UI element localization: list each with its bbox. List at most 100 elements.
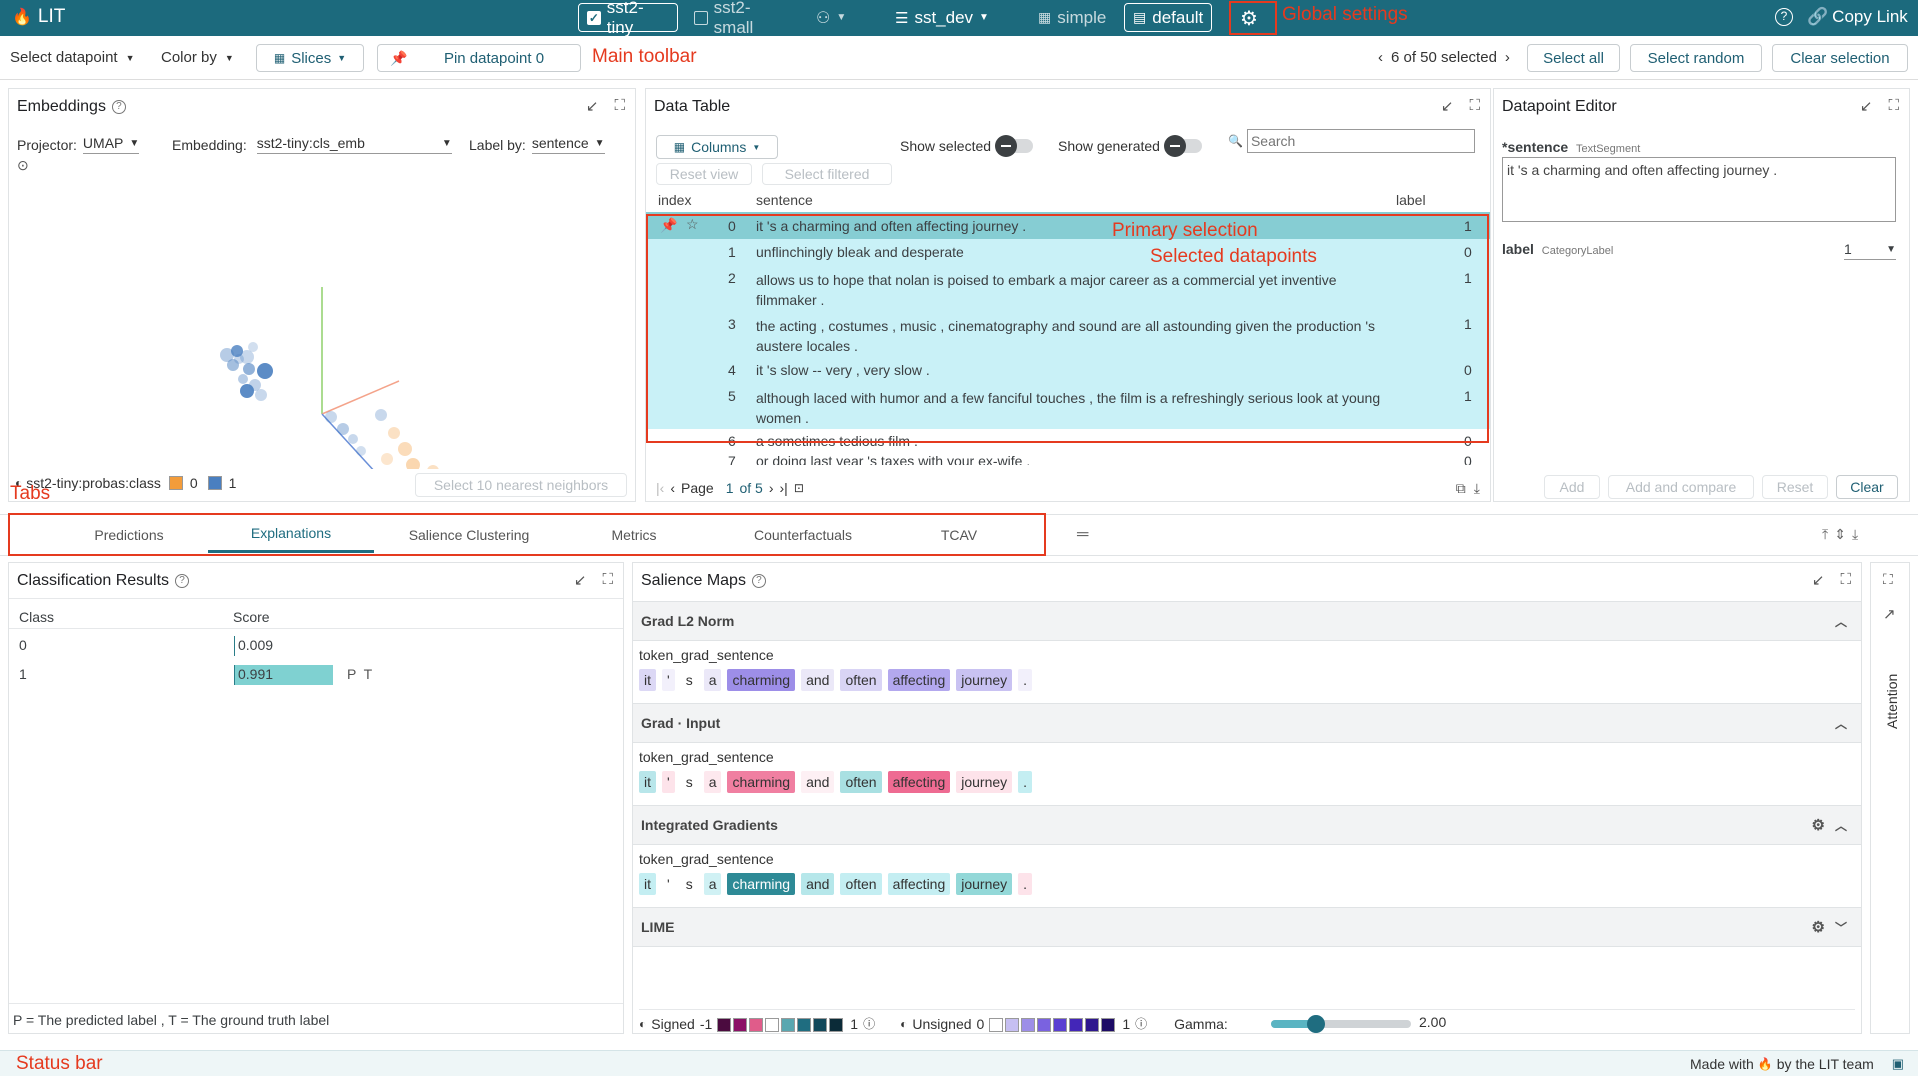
salience-token[interactable]: s — [680, 873, 698, 895]
copy-icon[interactable]: ⧉ — [1456, 480, 1466, 497]
expand-icon[interactable]: ⛶ — [1469, 97, 1480, 115]
section-lime[interactable]: LIME ⚙ ﹀ — [633, 907, 1861, 947]
section-grad-input[interactable]: Grad · Input ︿ — [633, 703, 1861, 743]
help-icon[interactable]: ? — [1775, 8, 1793, 26]
chevron-right-icon[interactable]: › — [1505, 49, 1510, 66]
gamma-slider-thumb[interactable] — [1306, 1015, 1325, 1033]
gamma-slider[interactable] — [1271, 1015, 1411, 1033]
attention-tab[interactable]: Attention — [1884, 674, 1900, 729]
align-top-icon[interactable]: ⤒ — [1822, 526, 1828, 543]
palette-icon[interactable]: ◐ — [639, 1017, 646, 1031]
expand-icon[interactable]: ⛶ — [614, 97, 625, 115]
slices-button[interactable]: ▦ Slices ▼ — [256, 44, 364, 72]
minimize-icon[interactable]: ↙ — [1441, 97, 1454, 115]
gear-icon[interactable]: ⚙ — [1812, 816, 1825, 834]
nearest-neighbors-button[interactable]: Select 10 nearest neighbors — [415, 473, 627, 497]
salience-token[interactable]: journey — [956, 771, 1013, 793]
open-icon[interactable]: ↗ — [1883, 605, 1896, 623]
label-by-select[interactable]: sentence ▼ — [531, 135, 605, 154]
minimize-icon[interactable]: ↙ — [1860, 97, 1873, 115]
help-icon[interactable]: ? — [175, 573, 190, 588]
feedback-icon[interactable]: ▣ — [1892, 1056, 1904, 1072]
minimize-icon[interactable]: ↙ — [586, 97, 599, 115]
select-random-button[interactable]: Select random — [1630, 44, 1762, 72]
pin-datapoint-button[interactable]: 📌 Pin datapoint 0 — [377, 44, 581, 72]
palette-icon[interactable]: ◐ — [900, 1017, 907, 1031]
help-icon[interactable]: ? — [111, 100, 126, 114]
model-compare-dropdown[interactable]: ⚇ ▼ — [808, 3, 858, 32]
first-page-icon[interactable]: |‹ — [656, 480, 664, 496]
salience-token[interactable]: . — [1018, 669, 1033, 691]
chevron-down-icon[interactable]: ﹀ — [1835, 919, 1847, 936]
label-select[interactable]: 1 ▼ — [1844, 241, 1896, 260]
drag-handle-icon[interactable]: ═ — [1077, 526, 1088, 544]
show-generated-toggle[interactable] — [1163, 135, 1202, 157]
salience-token[interactable]: it — [639, 669, 656, 691]
gear-icon[interactable]: ⚙ — [1812, 918, 1825, 936]
chevron-up-icon[interactable]: ︿ — [1835, 613, 1847, 630]
salience-token[interactable]: it — [639, 873, 656, 895]
info-icon[interactable]: ⓘ — [863, 1015, 875, 1032]
last-page-icon[interactable]: ›| — [780, 480, 788, 496]
salience-token[interactable]: often — [840, 669, 882, 691]
salience-token[interactable]: journey — [956, 669, 1013, 691]
embedding-scatter-plot[interactable] — [9, 169, 635, 469]
salience-token[interactable]: often — [840, 873, 882, 895]
next-page-icon[interactable]: › — [769, 480, 774, 496]
info-icon[interactable]: ⓘ — [1135, 1015, 1147, 1032]
expand-icon[interactable]: ⛶ — [1883, 571, 1893, 588]
projector-select[interactable]: UMAP ▼ — [82, 135, 140, 154]
salience-token[interactable]: s — [680, 771, 698, 793]
chevron-left-icon[interactable]: ‹ — [1378, 49, 1383, 66]
page-number[interactable]: 1 — [726, 480, 734, 496]
salience-token[interactable]: a — [703, 771, 722, 793]
help-icon[interactable]: ? — [751, 574, 766, 588]
align-bottom-icon[interactable]: ⤓ — [1852, 526, 1858, 543]
salience-token[interactable]: journey — [956, 873, 1013, 895]
clear-selection-button[interactable]: Clear selection — [1772, 44, 1908, 72]
select-filtered-button[interactable]: Select filtered — [762, 163, 892, 185]
table-row[interactable]: 7 or doing last year 's taxes with your … — [646, 451, 1490, 465]
select-all-button[interactable]: Select all — [1527, 44, 1620, 72]
layout-simple[interactable]: ▦ simple — [1030, 3, 1118, 32]
minimize-icon[interactable]: ↙ — [574, 571, 587, 589]
salience-token[interactable]: charming — [727, 873, 796, 895]
salience-token[interactable]: s — [680, 669, 698, 691]
search-input[interactable] — [1246, 129, 1475, 153]
add-button[interactable]: Add — [1544, 475, 1600, 499]
salience-token[interactable]: it — [639, 771, 656, 793]
column-header-class[interactable]: Class — [19, 609, 54, 625]
model-sst2-tiny[interactable]: ✓ sst2-tiny — [578, 0, 678, 37]
page-select-icon[interactable]: ⊡ — [794, 481, 804, 495]
expand-icon[interactable]: ⛶ — [602, 571, 613, 589]
salience-token[interactable]: . — [1018, 771, 1033, 793]
prev-page-icon[interactable]: ‹ — [670, 480, 675, 496]
salience-token[interactable]: charming — [727, 669, 796, 691]
chevron-up-icon[interactable]: ︿ — [1835, 817, 1847, 834]
section-integrated-gradients[interactable]: Integrated Gradients ⚙ ︿ — [633, 805, 1861, 845]
salience-token[interactable]: ' — [662, 669, 675, 691]
expand-icon[interactable]: ⛶ — [1888, 97, 1899, 115]
model-sst2-small[interactable]: sst2-small — [686, 0, 796, 37]
add-compare-button[interactable]: Add and compare — [1608, 475, 1754, 499]
copy-link-button[interactable]: 🔗 Copy Link — [1807, 7, 1908, 27]
select-datapoint-dropdown[interactable]: Select datapoint ▼ — [10, 49, 135, 66]
salience-token[interactable]: ' — [662, 771, 675, 793]
show-selected-toggle[interactable] — [995, 135, 1034, 157]
minimize-icon[interactable]: ↙ — [1812, 571, 1825, 589]
layout-default[interactable]: ▤ default — [1124, 3, 1212, 32]
salience-token[interactable]: charming — [727, 771, 796, 793]
color-by-dropdown[interactable]: Color by ▼ — [161, 49, 234, 66]
embedding-select[interactable]: sst2-tiny:cls_emb ▼ — [256, 135, 452, 154]
clear-button[interactable]: Clear — [1836, 475, 1898, 499]
salience-token[interactable]: a — [703, 873, 722, 895]
column-header-score[interactable]: Score — [233, 609, 270, 625]
expand-icon[interactable]: ⛶ — [1840, 571, 1851, 589]
salience-token[interactable]: . — [1018, 873, 1033, 895]
download-icon[interactable]: ⤓ — [1474, 480, 1480, 497]
chevron-up-icon[interactable]: ︿ — [1835, 715, 1847, 732]
salience-token[interactable]: often — [840, 771, 882, 793]
salience-token[interactable]: affecting — [887, 771, 951, 793]
column-header-label[interactable]: label — [1396, 192, 1426, 208]
column-header-index[interactable]: index — [658, 192, 691, 208]
